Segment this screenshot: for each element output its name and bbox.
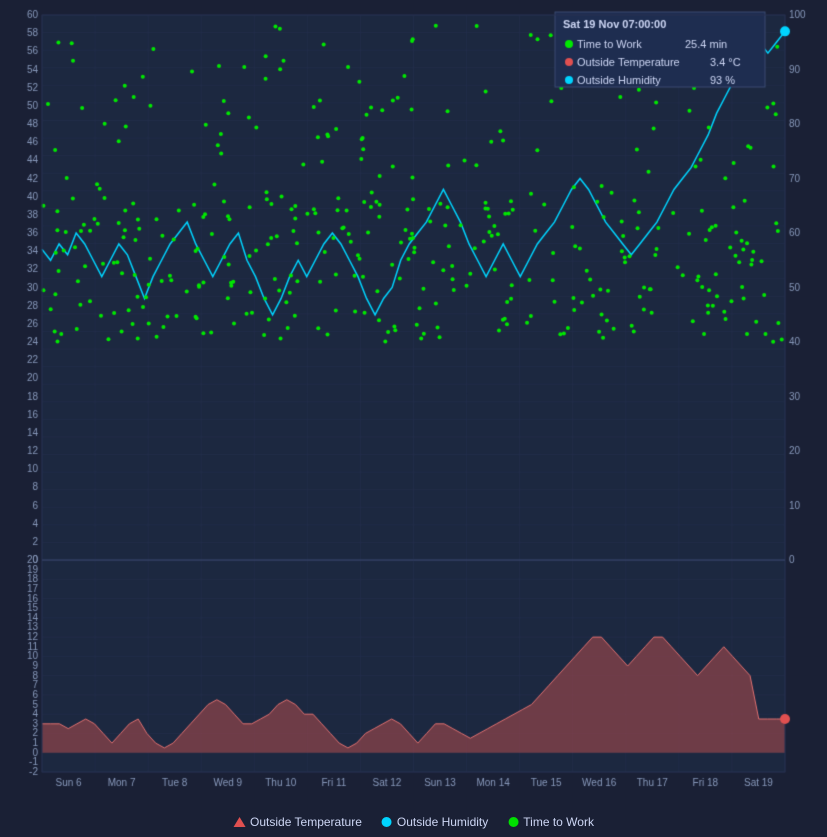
temp-icon	[233, 817, 245, 827]
legend-temp-label: Outside Temperature	[250, 815, 362, 829]
legend-bottom: Outside Temperature Outside Humidity Tim…	[233, 815, 594, 829]
humidity-icon	[382, 817, 392, 827]
legend-humidity-label: Outside Humidity	[397, 815, 488, 829]
legend-work-label: Time to Work	[523, 815, 594, 829]
chart-container: Outside Temperature Outside Humidity Tim…	[0, 0, 827, 837]
legend-humidity: Outside Humidity	[382, 815, 488, 829]
work-icon	[508, 817, 518, 827]
main-chart[interactable]	[0, 0, 827, 837]
legend-work: Time to Work	[508, 815, 594, 829]
legend-temp: Outside Temperature	[233, 815, 362, 829]
